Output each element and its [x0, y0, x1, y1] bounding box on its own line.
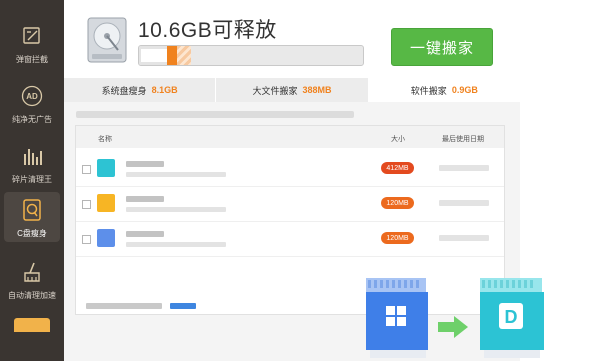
disk-usage-bar — [138, 45, 364, 66]
table-row[interactable]: 412MB — [76, 153, 504, 187]
c-drive-slim-icon — [20, 198, 44, 222]
tab-value: 8.1GB — [151, 85, 178, 95]
tab-value: 0.9GB — [451, 85, 478, 95]
column-name[interactable]: 名称 — [98, 134, 112, 144]
auto-clean-icon — [20, 260, 44, 284]
size-badge: 120MB — [381, 232, 414, 244]
sidebar-item-label: C盘瘦身 — [17, 229, 47, 238]
ad-free-icon: AD — [20, 84, 44, 108]
usage-movable-segment — [177, 46, 191, 65]
column-last-used[interactable]: 最后使用日期 — [442, 134, 484, 144]
windows-drive-icon — [366, 278, 428, 358]
sidebar-item-label: 碎片清理王 — [12, 175, 52, 184]
d-drive-icon: D — [480, 278, 544, 358]
sidebar-item-auto-clean[interactable]: 自动清理加速 — [4, 254, 60, 304]
one-click-move-button[interactable]: 一键搬家 — [391, 28, 493, 66]
file-path-placeholder — [126, 242, 226, 247]
usage-free-marker — [141, 49, 167, 62]
table-row[interactable]: 120MB — [76, 188, 504, 222]
file-name-placeholder — [126, 231, 164, 237]
sidebar-item-popup-block[interactable]: 弹窗拦截 — [4, 18, 60, 68]
date-placeholder — [439, 165, 489, 171]
usage-orange-segment — [167, 46, 177, 65]
file-path-placeholder — [126, 172, 226, 177]
tab-label: 软件搬家 — [410, 85, 447, 96]
hint-placeholder — [76, 111, 354, 118]
column-size[interactable]: 大小 — [391, 134, 405, 144]
date-placeholder — [439, 200, 489, 206]
file-name-placeholder — [126, 196, 164, 202]
file-yellow-icon — [97, 194, 115, 212]
drive-migration-illustration: D — [360, 270, 600, 361]
row-checkbox[interactable] — [82, 235, 91, 244]
sidebar-item-label: 自动清理加速 — [8, 291, 56, 300]
file-cyan-icon — [97, 159, 115, 177]
file-blue-icon — [97, 229, 115, 247]
table-header: 名称 大小 最后使用日期 — [76, 126, 504, 148]
size-badge: 120MB — [381, 197, 414, 209]
sidebar-item-c-drive-slim[interactable]: C盘瘦身 — [4, 192, 60, 242]
sidebar-item-label: 纯净无广告 — [12, 115, 52, 124]
popup-block-icon — [20, 24, 44, 48]
horizontal-scrollbar-thumb[interactable] — [170, 303, 196, 309]
sidebar-item-fragment-clean[interactable]: 碎片清理王 — [4, 138, 60, 188]
tab-label: 大文件搬家 — [252, 85, 298, 96]
category-tabs: 系统盘瘦身 8.1GB 大文件搬家 388MB 软件搬家 0.9GB — [64, 78, 520, 102]
file-name-placeholder — [126, 161, 164, 167]
date-placeholder — [439, 235, 489, 241]
tab-large-file-move[interactable]: 大文件搬家 388MB — [216, 78, 369, 102]
table-row[interactable]: 120MB — [76, 223, 504, 257]
row-checkbox[interactable] — [82, 165, 91, 174]
tab-software-move[interactable]: 软件搬家 0.9GB — [368, 78, 520, 102]
file-path-placeholder — [126, 207, 226, 212]
sidebar: 弹窗拦截 AD 纯净无广告 碎片清理王 C盘瘦身 自动清理加速 — [0, 0, 64, 361]
tab-value: 388MB — [302, 85, 332, 95]
ad-badge-text: AD — [26, 92, 38, 101]
fragment-clean-icon — [20, 144, 44, 168]
tab-system-slim[interactable]: 系统盘瘦身 8.1GB — [64, 78, 217, 102]
page-title: 10.6GB可释放 — [138, 19, 277, 42]
horizontal-scrollbar-track[interactable] — [86, 303, 162, 309]
tab-label: 系统盘瘦身 — [101, 85, 147, 96]
hard-disk-icon — [86, 16, 128, 64]
row-checkbox[interactable] — [82, 200, 91, 209]
target-drive-letter: D — [505, 307, 518, 327]
arrow-right-icon — [438, 316, 468, 338]
sidebar-extra-tab[interactable] — [14, 318, 50, 332]
sidebar-item-label: 弹窗拦截 — [16, 55, 48, 64]
sidebar-item-ad-free[interactable]: AD 纯净无广告 — [4, 78, 60, 128]
size-badge: 412MB — [381, 162, 414, 174]
app-window: 弹窗拦截 AD 纯净无广告 碎片清理王 C盘瘦身 自动清理加速 10.6GB可释… — [0, 0, 600, 361]
